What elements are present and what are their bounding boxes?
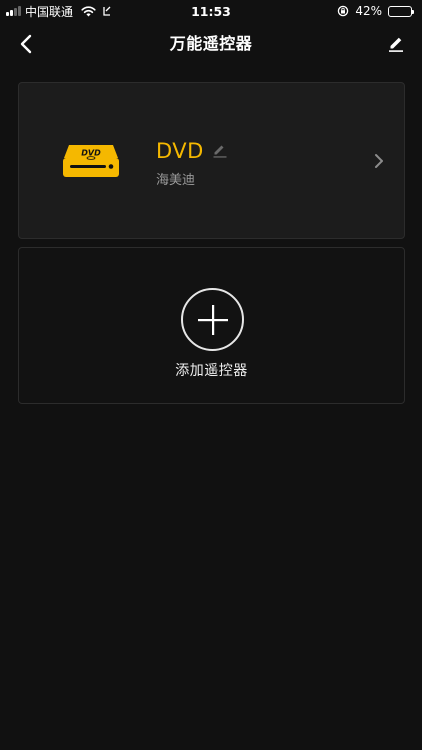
wifi-icon (81, 5, 96, 17)
signal-icon (6, 6, 21, 16)
battery-icon (388, 5, 414, 17)
page-title: 万能遥控器 (169, 34, 253, 53)
status-right: 42% (337, 4, 414, 18)
device-name: DVD (156, 139, 204, 163)
add-remote-card[interactable]: 添加遥控器 (18, 247, 405, 404)
edit-button[interactable] (380, 28, 412, 60)
device-name-row: DVD (156, 139, 228, 163)
pencil-icon (213, 145, 227, 158)
device-info: DVD 海美迪 (156, 139, 228, 188)
rename-button[interactable] (212, 143, 228, 159)
status-bar: 中国联通 11:53 42% (0, 0, 422, 22)
location-arrow-icon (102, 6, 112, 17)
battery-percent: 42% (355, 4, 382, 18)
device-brand: 海美迪 (156, 173, 196, 188)
device-card[interactable]: DVD DVD 海美迪 (18, 82, 405, 239)
plus-icon (197, 304, 228, 335)
open-device-button[interactable] (372, 151, 386, 171)
status-left: 中国联通 (6, 3, 112, 20)
nav-bar: 万能遥控器 (0, 22, 422, 66)
dvd-logo-text: DVD (81, 149, 101, 158)
add-remote-label: 添加遥控器 (175, 363, 248, 379)
pencil-icon (389, 37, 403, 52)
carrier-label: 中国联通 (25, 4, 74, 19)
orientation-lock-icon (337, 5, 349, 17)
add-remote-button[interactable] (181, 288, 244, 351)
dvd-player-icon: DVD (63, 145, 119, 177)
chevron-right-icon (375, 154, 383, 168)
